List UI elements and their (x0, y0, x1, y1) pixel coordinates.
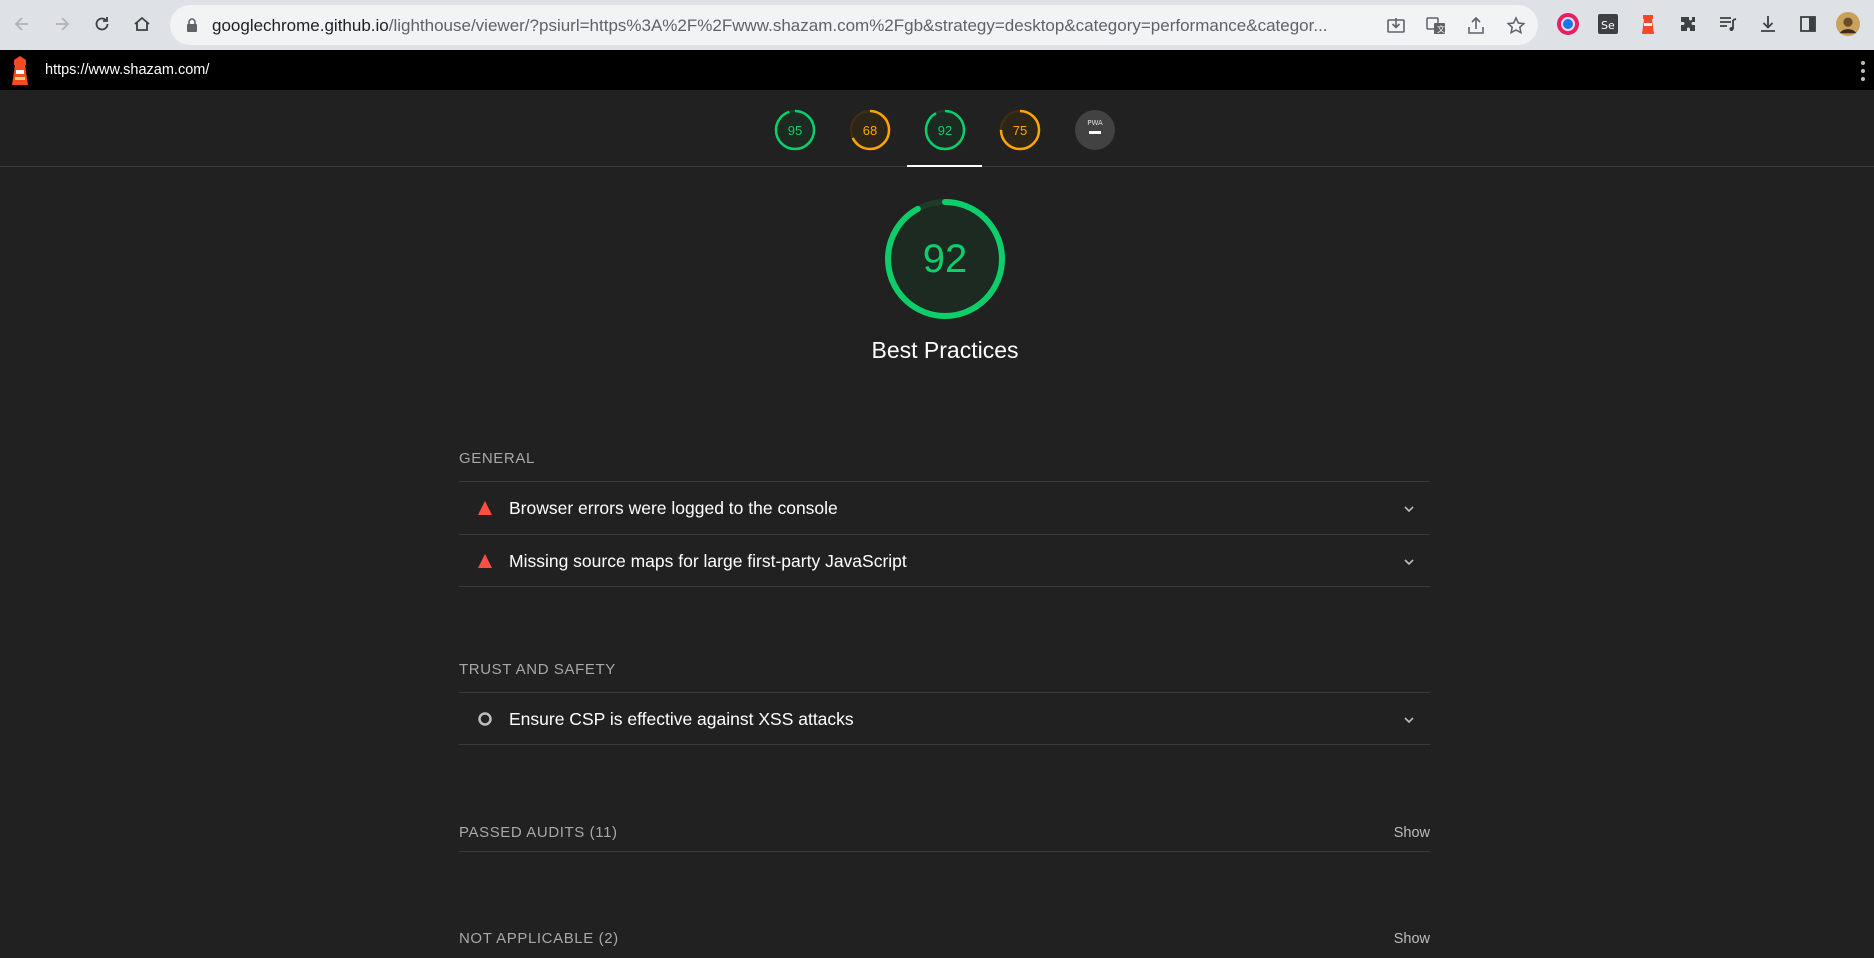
arrow-right-icon (56, 17, 70, 31)
svg-text:文: 文 (1437, 24, 1445, 34)
category-gauges-header: 95 68 92 75 PWA (0, 90, 1874, 167)
extension-color-icon[interactable] (1556, 12, 1580, 36)
lock-icon (187, 18, 197, 32)
category-title: Best Practices (871, 337, 1019, 363)
share-icon[interactable] (1465, 15, 1487, 37)
audit-row[interactable]: Missing source maps for large first-part… (459, 534, 1430, 587)
url-path: /lighthouse/viewer/?psiurl=https%3A%2F%2… (388, 16, 1328, 35)
forward-button[interactable] (48, 10, 76, 38)
gauge-score: 75 (1012, 122, 1028, 138)
playlist-icon (1720, 17, 1737, 31)
selenium-icon: Se (1598, 14, 1618, 34)
informative-circle-icon (478, 712, 492, 726)
lighthouse-logo-icon (12, 56, 28, 85)
address-url[interactable]: googlechrome.github.io/lighthouse/viewer… (212, 16, 1342, 36)
extension-lighthouse-icon[interactable] (1636, 12, 1660, 36)
audit-row[interactable]: Browser errors were logged to the consol… (459, 481, 1430, 534)
passed-audits-clump[interactable]: PASSED AUDITS (11) Show (459, 812, 1430, 852)
home-icon (134, 16, 150, 31)
install-icon[interactable] (1385, 15, 1407, 37)
gauge-best-practices[interactable]: 92 (924, 109, 966, 151)
audit-row[interactable]: Ensure CSP is effective against XSS atta… (459, 692, 1430, 745)
gauge-score: 68 (862, 122, 878, 138)
group-title-trust: TRUST AND SAFETY (459, 661, 616, 678)
downloads-button[interactable] (1756, 12, 1780, 36)
profile-avatar[interactable] (1836, 12, 1860, 36)
chevron-down-icon[interactable] (1402, 555, 1416, 569)
passed-audits-show-button[interactable]: Show (1394, 825, 1430, 841)
audit-title: Browser errors were logged to the consol… (509, 498, 838, 518)
fail-triangle-icon (478, 554, 492, 568)
active-gauge-indicator (907, 165, 982, 167)
report-url[interactable]: https://www.shazam.com/ (45, 62, 209, 78)
pwa-label: PWA (1087, 119, 1103, 127)
side-panel-icon (1800, 16, 1816, 32)
media-control-button[interactable] (1716, 12, 1740, 36)
back-button[interactable] (8, 10, 36, 38)
browser-toolbar: googlechrome.github.io/lighthouse/viewer… (0, 0, 1874, 50)
translate-icon[interactable]: 文 (1425, 15, 1447, 37)
category-score: 92 (922, 236, 968, 281)
side-panel-button[interactable] (1796, 12, 1820, 36)
audit-title: Missing source maps for large first-part… (509, 551, 907, 571)
reload-button[interactable] (88, 10, 116, 38)
home-button[interactable] (128, 10, 156, 38)
lighthouse-icon (1642, 15, 1654, 34)
audit-title: Ensure CSP is effective against XSS atta… (509, 709, 854, 729)
gauge-score: 92 (937, 122, 953, 138)
chevron-down-icon[interactable] (1402, 713, 1416, 727)
extension-selenium-icon[interactable]: Se (1596, 12, 1620, 36)
gauge-performance[interactable]: 95 (774, 109, 816, 151)
category-gauge: 92 (882, 196, 1008, 322)
gauge-pwa[interactable]: PWA (1074, 109, 1116, 151)
download-icon (1761, 16, 1775, 32)
color-picker-icon (1557, 13, 1579, 35)
more-menu-icon[interactable] (1860, 60, 1866, 82)
passed-audits-title: PASSED AUDITS (11) (459, 824, 618, 841)
puzzle-icon (1681, 17, 1695, 31)
gauge-accessibility[interactable]: 68 (849, 109, 891, 151)
arrow-left-icon (14, 17, 28, 31)
pwa-badge-icon: PWA (1075, 110, 1115, 150)
gauge-score: 95 (787, 122, 803, 138)
group-title-general: GENERAL (459, 450, 535, 467)
fail-triangle-icon (478, 501, 492, 515)
chevron-down-icon[interactable] (1402, 502, 1416, 516)
address-bar[interactable]: googlechrome.github.io/lighthouse/viewer… (170, 5, 1538, 45)
url-host: googlechrome.github.io (212, 16, 389, 35)
gauge-seo[interactable]: 75 (999, 109, 1041, 151)
extensions-button[interactable] (1676, 12, 1700, 36)
reload-icon (95, 17, 109, 31)
svg-text:Se: Se (1601, 19, 1615, 32)
not-applicable-title: NOT APPLICABLE (2) (459, 930, 619, 947)
avatar-icon (1836, 12, 1860, 36)
not-applicable-show-button[interactable]: Show (1394, 931, 1430, 947)
lighthouse-topbar: https://www.shazam.com/ (0, 50, 1874, 90)
star-icon[interactable] (1505, 15, 1527, 37)
not-applicable-clump[interactable]: NOT APPLICABLE (2) Show (459, 918, 1430, 958)
